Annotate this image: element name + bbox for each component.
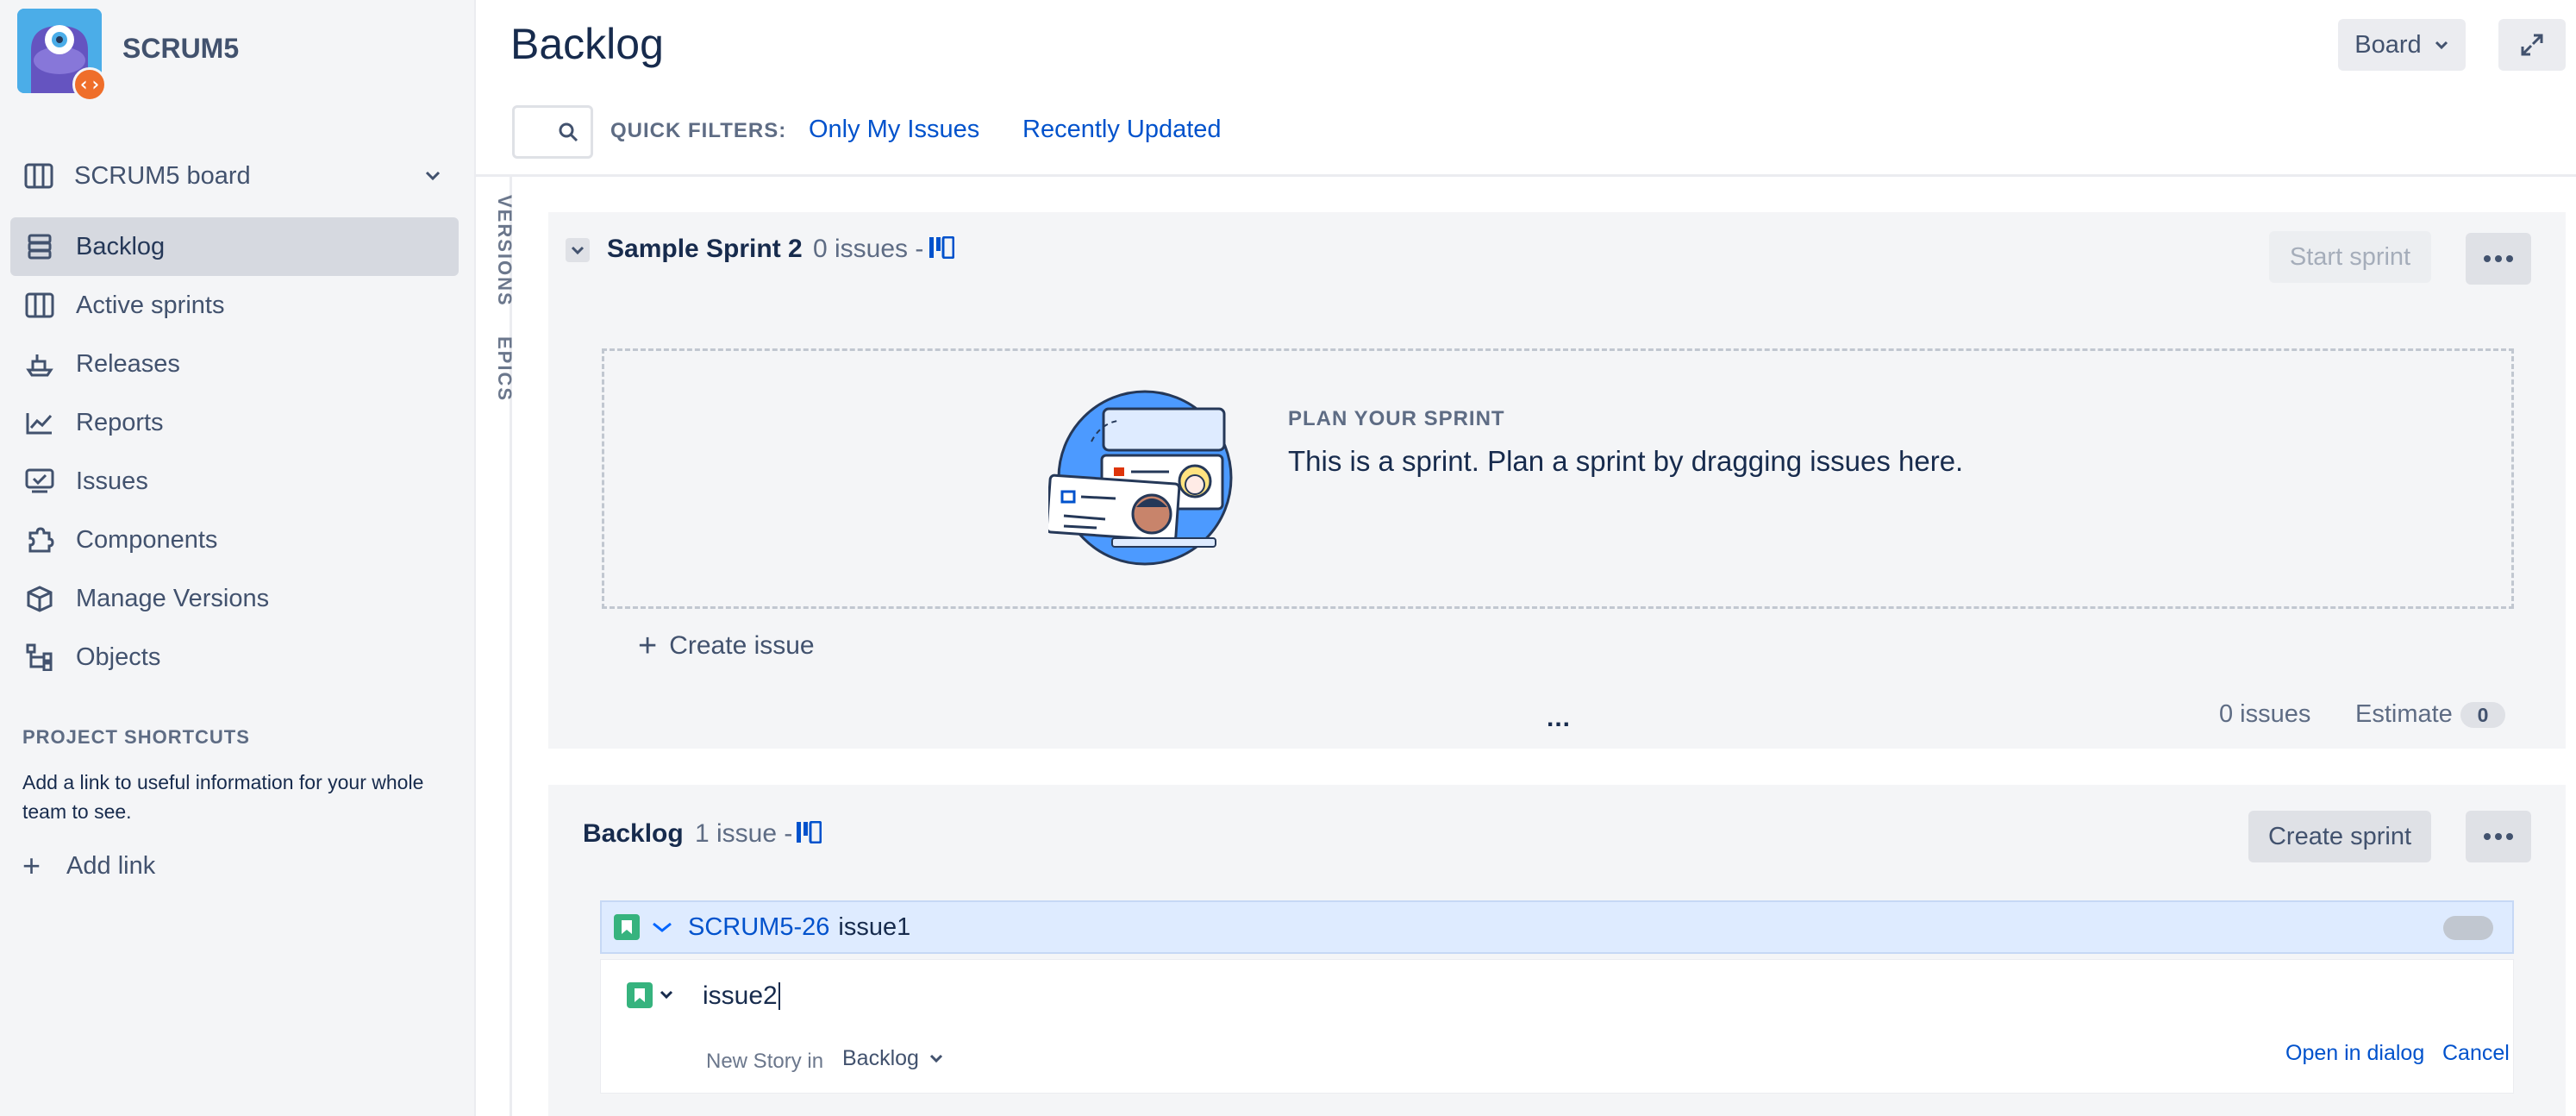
- destination-value: Backlog: [842, 1046, 919, 1070]
- story-icon: [614, 914, 640, 940]
- chevron-down-icon: [660, 990, 673, 1000]
- chevron-down-icon: [2434, 40, 2449, 50]
- reports-icon: [24, 407, 55, 438]
- issue-type-picker[interactable]: [627, 982, 673, 1008]
- sidebar-nav: Backlog Active sprints Releases Reports …: [10, 217, 459, 687]
- sidebar-item-objects[interactable]: Objects: [10, 628, 459, 687]
- sidebar-item-label: Active sprints: [76, 291, 225, 319]
- view-on-board-icon[interactable]: [796, 821, 822, 843]
- plus-icon: +: [638, 628, 658, 664]
- sidebar-item-releases[interactable]: Releases: [10, 335, 459, 393]
- versions-panel-tab[interactable]: VERSIONS: [493, 195, 516, 307]
- sprint-name[interactable]: Sample Sprint 2: [607, 235, 803, 264]
- sidebar-item-label: Issues: [76, 467, 148, 495]
- project-name[interactable]: SCRUM5: [122, 33, 239, 65]
- active-sprints-icon: [24, 290, 55, 321]
- more-icon: [2483, 832, 2514, 841]
- sidebar-item-label: Reports: [76, 408, 164, 436]
- new-story-in-label: New Story in: [706, 1050, 824, 1073]
- board-icon: [24, 163, 53, 189]
- issue-key-link[interactable]: SCRUM5-26: [688, 913, 829, 942]
- view-on-board-icon[interactable]: [928, 236, 954, 259]
- chevron-down-icon: [571, 246, 585, 254]
- sprint-drop-zone[interactable]: [602, 348, 2514, 609]
- components-icon: [24, 524, 55, 555]
- estimate-pill: [2443, 916, 2493, 940]
- backlog-search-input[interactable]: [512, 105, 593, 159]
- backlog-issue-count: 1 issue -: [695, 819, 793, 848]
- page-title: Backlog: [510, 20, 664, 68]
- header-divider: [476, 174, 2576, 177]
- backlog-icon: [24, 231, 55, 262]
- add-link-label: Add link: [66, 851, 156, 880]
- plan-sprint-title: PLAN YOUR SPRINT: [1288, 407, 1505, 430]
- create-issue-button[interactable]: + Create issue: [638, 630, 815, 662]
- sidebar-item-label: Backlog: [76, 232, 166, 260]
- sprint-container: Sample Sprint 2 0 issues - Start sprint: [548, 212, 2566, 749]
- sidebar-item-manage-versions[interactable]: Manage Versions: [10, 569, 459, 628]
- plan-sprint-illustration-icon: [1048, 390, 1238, 566]
- quick-filter-only-my-issues[interactable]: Only My Issues: [809, 116, 979, 144]
- chevron-down-icon: [929, 1054, 943, 1064]
- start-sprint-button[interactable]: Start sprint: [2269, 231, 2431, 283]
- sprint-footer-issue-count: 0 issues: [2219, 700, 2311, 728]
- issue-summary: issue1: [838, 912, 911, 941]
- board-selector[interactable]: SCRUM5 board: [10, 150, 459, 202]
- sidebar-item-backlog[interactable]: Backlog: [10, 217, 459, 276]
- code-project-badge-icon: ‹›: [72, 67, 107, 102]
- sprint-more-actions-button[interactable]: [2466, 233, 2531, 285]
- versions-icon: [24, 583, 55, 614]
- table-row[interactable]: SCRUM5-26 issue1: [600, 900, 2514, 954]
- sidebar-item-issues[interactable]: Issues: [10, 452, 459, 511]
- issue-summary-input[interactable]: [703, 979, 1910, 1013]
- create-sprint-button[interactable]: Create sprint: [2248, 811, 2431, 862]
- backlog-more-actions-button[interactable]: [2466, 811, 2531, 862]
- plus-icon: +: [22, 848, 41, 883]
- low-priority-icon: [652, 921, 672, 933]
- project-shortcuts-description: Add a link to useful information for you…: [22, 771, 424, 823]
- sidebar-item-label: Objects: [76, 643, 161, 671]
- sprint-issue-count: 0 issues -: [813, 235, 924, 263]
- story-icon: [627, 982, 653, 1008]
- open-in-dialog-link[interactable]: Open in dialog: [2285, 1041, 2424, 1066]
- destination-select[interactable]: Backlog: [842, 1046, 943, 1071]
- board-view-label: Board: [2354, 30, 2422, 59]
- sidebar-item-components[interactable]: Components: [10, 511, 459, 569]
- more-icon: [2483, 254, 2514, 263]
- quick-filters-label: QUICK FILTERS:: [610, 119, 787, 142]
- board-view-button[interactable]: Board: [2338, 19, 2466, 71]
- cancel-link[interactable]: Cancel: [2442, 1041, 2510, 1066]
- sidebar-item-label: Components: [76, 525, 218, 554]
- board-selector-label: SCRUM5 board: [74, 161, 251, 190]
- fullscreen-button[interactable]: [2498, 19, 2566, 71]
- sidebar-item-active-sprints[interactable]: Active sprints: [10, 276, 459, 335]
- chevron-down-icon: [424, 170, 441, 182]
- create-issue-label: Create issue: [669, 631, 815, 660]
- releases-icon: [24, 348, 55, 379]
- issues-icon: [24, 466, 55, 497]
- sidebar-item-label: Releases: [76, 349, 180, 378]
- sidebar: ‹› SCRUM5 SCRUM5 board Backlog Active sp…: [0, 0, 476, 1116]
- search-icon: [558, 122, 578, 142]
- epics-panel-tab[interactable]: EPICS: [493, 336, 516, 402]
- expand-icon: [2520, 33, 2544, 57]
- add-link-button[interactable]: + Add link: [22, 850, 155, 881]
- sprint-collapse-toggle[interactable]: [566, 238, 590, 262]
- side-panel-rail: [476, 176, 512, 1116]
- project-shortcuts-heading: PROJECT SHORTCUTS: [22, 726, 250, 748]
- text-caret: [778, 982, 780, 1010]
- quick-filter-recently-updated[interactable]: Recently Updated: [1022, 116, 1222, 144]
- inline-create-issue-form: New Story in Backlog Open in dialog Canc…: [600, 959, 2514, 1094]
- sprint-show-more[interactable]: ...: [1547, 704, 1571, 733]
- sidebar-item-reports[interactable]: Reports: [10, 393, 459, 452]
- sidebar-item-label: Manage Versions: [76, 584, 270, 612]
- backlog-name: Backlog: [583, 819, 684, 848]
- plan-sprint-text: This is a sprint. Plan a sprint by dragg…: [1288, 445, 1964, 477]
- sprint-estimate-label: Estimate: [2355, 700, 2453, 728]
- objects-icon: [24, 642, 55, 673]
- sprint-estimate-badge: 0: [2460, 702, 2505, 728]
